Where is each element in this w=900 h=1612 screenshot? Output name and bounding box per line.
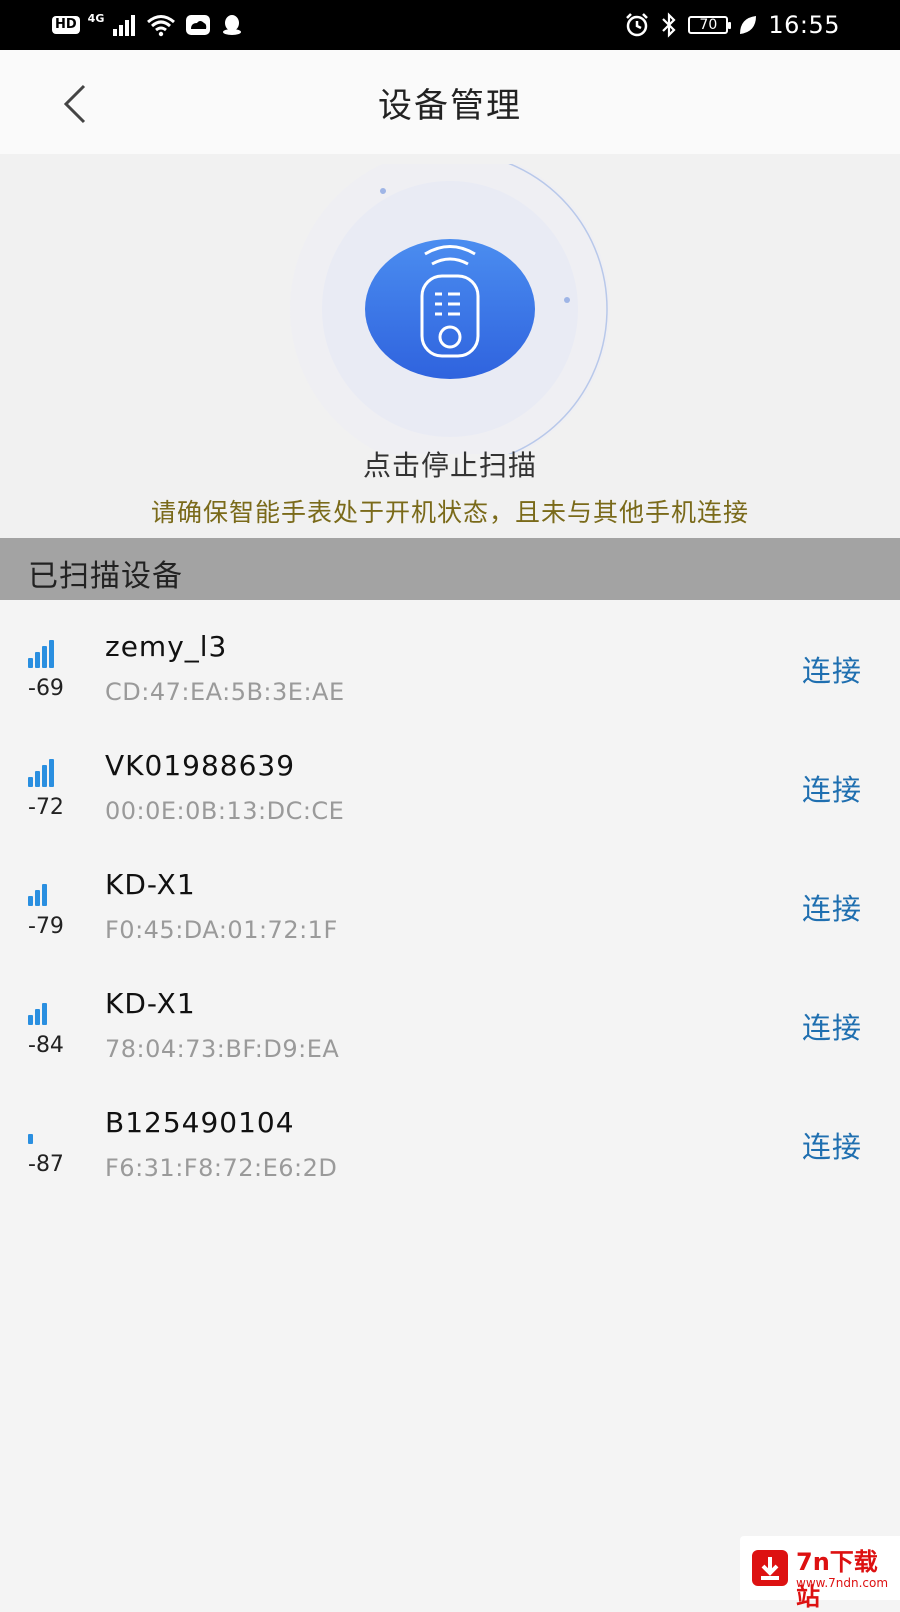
device-list: -69 zemy_l3 CD:47:EA:5B:3E:AE 连接 -72 VK0…: [0, 600, 900, 1195]
qq-icon: [223, 15, 242, 35]
signal-bar: [56, 991, 61, 1025]
scan-toggle[interactable]: [280, 149, 620, 469]
signal-strength-icon: [28, 991, 61, 1025]
rssi-value: -69: [28, 676, 64, 701]
watermark: 7n下载站 www.7ndn.com: [740, 1536, 900, 1611]
connect-button[interactable]: 连接: [802, 767, 862, 809]
download-icon: [752, 1550, 788, 1586]
signal-bar: [42, 884, 47, 906]
signal-strength-icon: [28, 634, 61, 668]
leaf-icon: [740, 16, 757, 34]
device-mac: F0:45:DA:01:72:1F: [105, 916, 338, 944]
signal-bar: [49, 1116, 54, 1144]
signal-bar: [42, 765, 47, 787]
rssi-value: -72: [28, 795, 64, 820]
status-left: HD 4G: [52, 11, 244, 39]
wifi-icon: [147, 15, 176, 37]
device-mac: CD:47:EA:5B:3E:AE: [105, 678, 345, 706]
connect-button[interactable]: 连接: [802, 1005, 862, 1047]
signal-bar: [35, 1009, 40, 1025]
device-mac: 78:04:73:BF:D9:EA: [105, 1035, 340, 1063]
scanned-devices-header: 已扫描设备: [0, 538, 900, 600]
connect-button[interactable]: 连接: [802, 886, 862, 928]
signal-bar: [42, 646, 47, 668]
scan-area: 点击停止扫描 请确保智能手表处于开机状态，且未与其他手机连接: [0, 149, 900, 538]
signal-bar: [49, 997, 54, 1025]
watermark-url: www.7ndn.com: [796, 1576, 889, 1590]
device-row: -72 VK01988639 00:0E:0B:13:DC:CE 连接: [0, 719, 900, 838]
section-title: 已扫描设备: [28, 559, 183, 594]
signal-bar: [42, 1003, 47, 1025]
device-row: -87 B125490104 F6:31:F8:72:E6:2D 连接: [0, 1076, 900, 1195]
device-name: KD-X1: [105, 987, 196, 1020]
signal-bar: [49, 878, 54, 906]
battery-icon: 70: [688, 16, 732, 34]
scan-tip: 请确保智能手表处于开机状态，且未与其他手机连接: [150, 498, 749, 527]
signal-bar: [49, 759, 54, 787]
device-name: B125490104: [105, 1106, 295, 1139]
signal-bar: [42, 1122, 47, 1144]
alarm-icon: [626, 13, 649, 37]
rssi-value: -84: [28, 1033, 64, 1058]
bluetooth-icon: [662, 12, 676, 38]
signal-bar: [35, 890, 40, 906]
stop-scan-label[interactable]: 点击停止扫描: [0, 444, 900, 484]
battery-level: 70: [699, 17, 718, 33]
rssi-value: -79: [28, 914, 64, 939]
app-header: 设备管理: [0, 50, 900, 154]
device-name: zemy_l3: [105, 630, 228, 663]
rssi-value: -87: [28, 1152, 64, 1177]
signal-bar: [28, 1015, 33, 1025]
connect-button[interactable]: 连接: [802, 648, 862, 690]
device-mac: F6:31:F8:72:E6:2D: [105, 1154, 338, 1182]
status-right: 70 16:55: [624, 8, 840, 42]
device-mac: 00:0E:0B:13:DC:CE: [105, 797, 345, 825]
device-row: -79 KD-X1 F0:45:DA:01:72:1F 连接: [0, 838, 900, 957]
signal-strength-icon: [28, 872, 61, 906]
signal-bar: [35, 771, 40, 787]
signal-bar: [56, 872, 61, 906]
connect-button[interactable]: 连接: [802, 1124, 862, 1166]
signal-bar: [35, 1128, 40, 1144]
signal-bar: [35, 652, 40, 668]
device-row: -69 zemy_l3 CD:47:EA:5B:3E:AE 连接: [0, 600, 900, 719]
signal-bar: [28, 658, 33, 668]
signal-bar: [28, 1134, 33, 1144]
signal-bar: [56, 1110, 61, 1144]
network-type: 4G: [87, 11, 105, 25]
device-row: -84 KD-X1 78:04:73:BF:D9:EA 连接: [0, 957, 900, 1076]
signal-strength-icon: [28, 1110, 61, 1144]
signal-bar: [56, 634, 61, 668]
cell-signal-icon: [113, 15, 136, 36]
signal-bar: [28, 896, 33, 906]
status-bar: HD 4G 70 16:55: [0, 0, 900, 50]
hd-badge: HD: [52, 16, 80, 34]
scan-radar-graphic: [290, 149, 610, 469]
cloud-icon: [186, 15, 211, 35]
device-name: KD-X1: [105, 868, 196, 901]
signal-bar: [56, 753, 61, 787]
signal-bar: [49, 640, 54, 668]
signal-strength-icon: [28, 753, 61, 787]
status-time: 16:55: [768, 11, 840, 39]
page-title: 设备管理: [378, 86, 522, 126]
signal-bar: [28, 777, 33, 787]
device-name: VK01988639: [105, 749, 296, 782]
